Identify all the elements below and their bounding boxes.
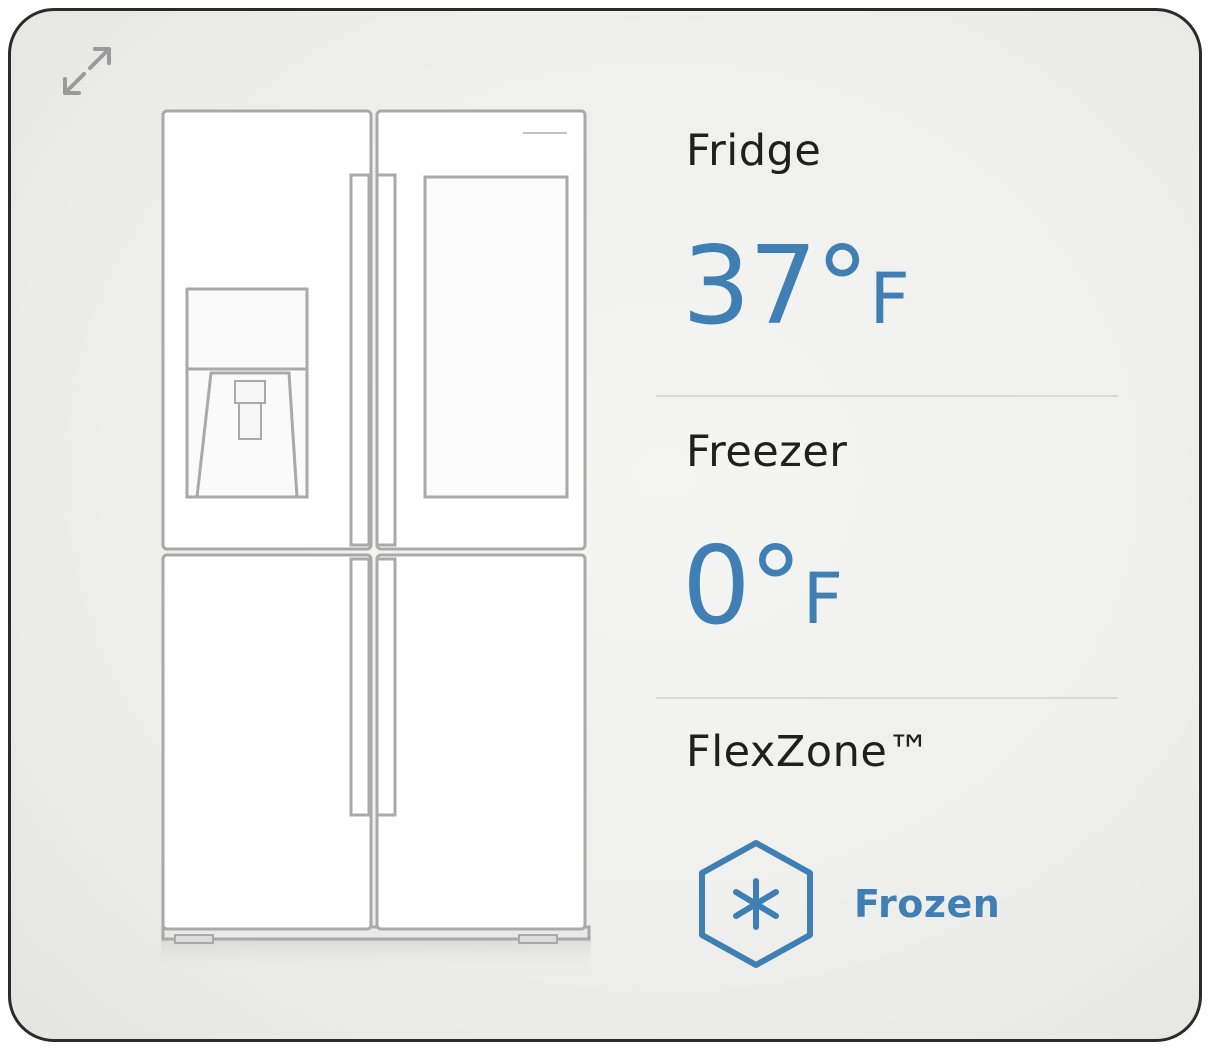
freezer-temperature[interactable]: 0°F — [682, 533, 843, 641]
refrigerator-illustration — [161, 109, 591, 977]
divider — [656, 395, 1118, 397]
temperature-panel: Fridge 37°F Freezer 0°F FlexZone™ Frozen — [8, 8, 1202, 1042]
divider — [656, 697, 1118, 699]
flexzone-mode-button[interactable]: Frozen — [696, 839, 1000, 969]
zone-info: Fridge 37°F Freezer 0°F FlexZone™ Frozen — [656, 11, 1126, 1039]
expand-arrows-icon — [63, 47, 111, 95]
expand-button[interactable] — [57, 41, 117, 101]
fridge-temperature[interactable]: 37°F — [682, 233, 910, 341]
snowflake-hexagon-icon — [699, 840, 813, 968]
fridge-temperature-value: 37° — [682, 224, 869, 349]
freezer-temperature-unit: F — [802, 558, 843, 640]
flexzone-mode-label: Frozen — [854, 882, 1001, 926]
freezer-temperature-value: 0° — [682, 524, 803, 649]
fridge-temperature-unit: F — [869, 258, 910, 340]
freezer-label: Freezer — [686, 427, 848, 477]
fridge-label: Fridge — [686, 126, 822, 176]
flexzone-label: FlexZone™ — [686, 727, 931, 777]
